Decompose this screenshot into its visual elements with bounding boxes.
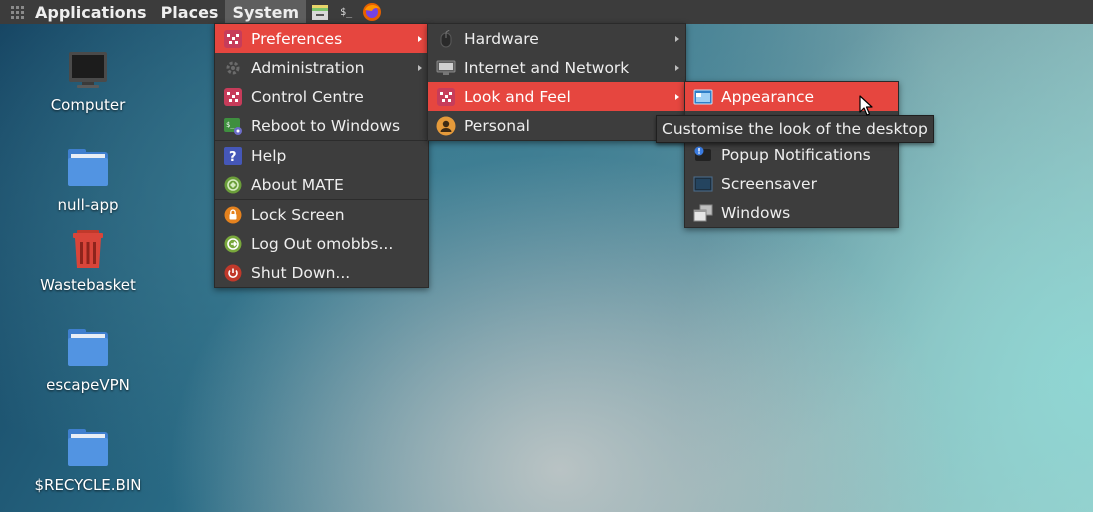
terminal-glyph: $_: [340, 6, 353, 18]
firefox-icon[interactable]: [360, 0, 384, 24]
submenu-arrow-icon: [418, 64, 422, 71]
control-centre-icon: [223, 87, 243, 107]
menu-item-label: Internet and Network: [464, 58, 630, 77]
file-manager-icon[interactable]: [308, 0, 332, 24]
menu-item-label: Windows: [721, 203, 791, 222]
menu-item-label: Hardware: [464, 29, 539, 48]
top-panel: Applications Places System $_: [0, 0, 1093, 24]
network-icon: [436, 58, 456, 78]
menu-item-label: Log Out omobbs...: [251, 234, 394, 253]
desktop-icon-label: Computer: [50, 96, 126, 114]
submenu-arrow-icon: [675, 35, 679, 42]
menu-item-label: Look and Feel: [464, 87, 571, 106]
menu-item-label: Help: [251, 146, 287, 165]
menu-item-label: Shut Down...: [251, 263, 351, 282]
system-menu-button[interactable]: System: [225, 0, 307, 24]
desktop-icon-null-app[interactable]: null-app: [28, 148, 148, 214]
menu-item-windows[interactable]: Windows: [685, 198, 898, 227]
look-and-feel-icon: [436, 87, 456, 107]
mouse-icon: [436, 29, 456, 49]
menu-item-reboot-to-windows[interactable]: $_ Reboot to Windows: [215, 111, 428, 140]
preferences-icon: [223, 29, 243, 49]
folder-icon: [66, 428, 110, 472]
desktop-icon-recycle-bin[interactable]: $RECYCLE.BIN: [28, 428, 148, 494]
menu-item-about-mate[interactable]: About MATE: [215, 170, 428, 199]
panel-grip-icon: [6, 0, 28, 24]
mate-logo-icon: [223, 175, 243, 195]
system-menu: Preferences Administration Control Centr…: [214, 23, 429, 288]
desktop-icon-escapevpn[interactable]: escapeVPN: [28, 328, 148, 394]
menu-item-hardware[interactable]: Hardware: [428, 24, 685, 53]
menu-item-lock-screen[interactable]: Lock Screen: [215, 200, 428, 229]
menu-item-popup-notifications[interactable]: Popup Notifications: [685, 140, 898, 169]
submenu-arrow-icon: [418, 35, 422, 42]
desktop-icon-label: null-app: [57, 196, 119, 214]
menu-item-label: Control Centre: [251, 87, 364, 106]
preferences-submenu: Hardware Internet and Network Look and F…: [427, 23, 686, 141]
gear-icon: [223, 58, 243, 78]
svg-text:$_: $_: [226, 121, 235, 129]
desktop-icon-wastebasket[interactable]: Wastebasket: [28, 228, 148, 294]
menu-item-label: Popup Notifications: [721, 145, 871, 164]
terminal-settings-icon: $_: [223, 116, 243, 136]
places-menu-button[interactable]: Places: [154, 0, 226, 24]
notification-icon: [693, 145, 713, 165]
folder-icon: [66, 328, 110, 372]
svg-text:?: ?: [229, 150, 237, 165]
mouse-cursor-icon: [858, 95, 874, 117]
menu-item-label: About MATE: [251, 175, 344, 194]
folder-icon: [66, 148, 110, 192]
user-icon: [436, 116, 456, 136]
lock-icon: [223, 205, 243, 225]
desktop-icon-label: $RECYCLE.BIN: [34, 476, 142, 494]
menu-item-administration[interactable]: Administration: [215, 53, 428, 82]
menu-item-label: Administration: [251, 58, 365, 77]
help-icon: ?: [223, 146, 243, 166]
menu-item-label: Preferences: [251, 29, 343, 48]
trash-icon: [66, 228, 110, 272]
menu-item-look-and-feel[interactable]: Look and Feel: [428, 82, 685, 111]
terminal-icon[interactable]: $_: [334, 0, 358, 24]
menu-item-label: Reboot to Windows: [251, 116, 401, 135]
menu-item-screensaver[interactable]: Screensaver: [685, 169, 898, 198]
windows-icon: [693, 203, 713, 223]
menu-item-control-centre[interactable]: Control Centre: [215, 82, 428, 111]
submenu-arrow-icon: [675, 64, 679, 71]
appearance-icon: [693, 87, 713, 107]
menu-item-preferences[interactable]: Preferences: [215, 24, 428, 53]
menu-item-label: Lock Screen: [251, 205, 345, 224]
applications-menu-button[interactable]: Applications: [28, 0, 154, 24]
submenu-arrow-icon: [675, 93, 679, 100]
computer-icon: [66, 48, 110, 92]
screensaver-icon: [693, 174, 713, 194]
menu-item-internet-and-network[interactable]: Internet and Network: [428, 53, 685, 82]
logout-icon: [223, 234, 243, 254]
desktop-icon-computer[interactable]: Computer: [28, 48, 148, 114]
desktop-icon-label: escapeVPN: [46, 376, 130, 394]
menu-item-label: Appearance: [721, 87, 815, 106]
menu-item-personal[interactable]: Personal: [428, 111, 685, 140]
menu-item-help[interactable]: ? Help: [215, 141, 428, 170]
power-icon: [223, 263, 243, 283]
desktop-icon-label: Wastebasket: [40, 276, 136, 294]
menu-item-label: Screensaver: [721, 174, 817, 193]
appearance-tooltip: Customise the look of the desktop: [656, 115, 934, 143]
menu-item-label: Personal: [464, 116, 530, 135]
menu-item-shut-down[interactable]: Shut Down...: [215, 258, 428, 287]
menu-item-log-out[interactable]: Log Out omobbs...: [215, 229, 428, 258]
